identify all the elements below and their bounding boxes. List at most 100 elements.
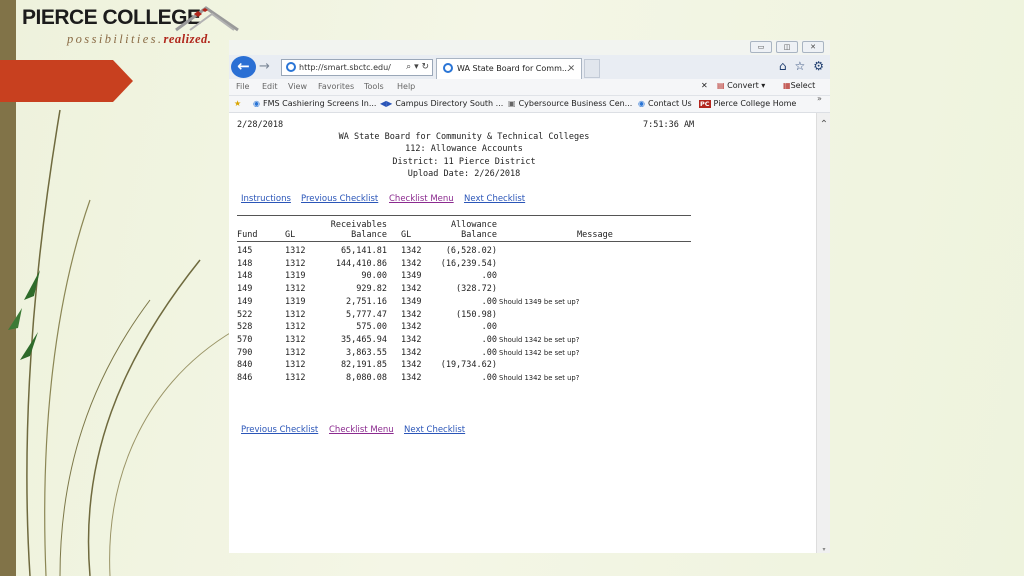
favorites-star-icon[interactable]: ☆ — [794, 59, 805, 73]
menu-edit[interactable]: Edit — [262, 82, 278, 91]
cell-gl-2: 1342 — [401, 309, 422, 320]
cell-receivables-balance: 3,863.55 — [346, 347, 387, 358]
scroll-up-arrow-icon[interactable]: ⌃ — [817, 119, 830, 130]
cell-gl-2: 1342 — [401, 258, 422, 269]
header-fund: Fund — [237, 230, 258, 240]
fav-label: FMS Cashiering Screens In... — [262, 99, 377, 108]
menu-help[interactable]: Help — [397, 82, 415, 91]
next-checklist-link-bottom[interactable]: Next Checklist — [404, 425, 465, 435]
select-label: Select — [790, 81, 816, 90]
cell-fund: 145 — [237, 246, 253, 256]
cell-message: Should 1342 be set up? — [499, 374, 580, 382]
back-button[interactable]: ← — [231, 56, 256, 78]
cell-gl: 1312 — [285, 284, 306, 295]
cell-gl-2: 1342 — [401, 360, 422, 371]
close-window-button[interactable]: ✕ — [802, 41, 824, 53]
cell-receivables-balance: 2,751.16 — [346, 296, 387, 307]
cell-gl: 1319 — [285, 296, 306, 307]
cell-gl: 1312 — [285, 373, 306, 383]
cell-allowance-balance: (150.98) — [456, 309, 497, 320]
fav-label: Pierce College Home — [713, 99, 797, 108]
header-gl: GL — [285, 230, 296, 240]
next-checklist-link[interactable]: Next Checklist — [464, 194, 525, 204]
cell-fund: 149 — [237, 296, 253, 307]
pc-icon: PC — [699, 100, 711, 108]
tab-ie-icon — [443, 63, 453, 73]
cell-fund: 840 — [237, 360, 253, 371]
cell-allowance-balance: .00 — [481, 322, 497, 333]
logo-mark-icon — [175, 6, 239, 32]
cell-message: Should 1342 be set up? — [499, 348, 580, 357]
minimize-button[interactable]: ▭ — [750, 41, 772, 53]
cell-receivables-balance: 144,410.86 — [335, 258, 387, 269]
table-top-rule — [237, 215, 691, 216]
convert-label: Convert — [727, 81, 759, 90]
cell-gl-2: 1342 — [401, 347, 422, 358]
cell-gl-2: 1342 — [401, 334, 422, 345]
report-district: District: 11 Pierce District — [392, 157, 536, 167]
cell-receivables-balance: 82,191.85 — [340, 360, 387, 371]
fav-cybersource[interactable]: ▣ Cybersource Business Cen... — [508, 99, 632, 108]
vertical-scrollbar[interactable]: ⌃ ▾ — [816, 113, 830, 553]
gear-icon[interactable]: ⚙ — [813, 59, 824, 73]
cell-gl-2: 1342 — [401, 246, 422, 256]
maximize-button[interactable]: ◫ — [776, 41, 798, 53]
url-text: http://smart.sbctc.edu/ — [299, 63, 391, 72]
report-date: 2/28/2018 — [237, 120, 284, 130]
logo-tagline: possibilities.realized. — [67, 32, 211, 47]
menu-view[interactable]: View — [288, 82, 307, 91]
cell-allowance-balance: .00 — [481, 296, 497, 307]
address-bar[interactable]: http://smart.sbctc.edu/ ⌕ ▾ ↻ — [281, 59, 433, 76]
cell-gl-2: 1342 — [401, 284, 422, 295]
pierce-college-logo: PIERCE COLLEGE possibilities.realized. — [22, 6, 242, 46]
cell-fund: 148 — [237, 271, 253, 282]
header-message: Message — [577, 230, 613, 240]
cell-receivables-balance: 5,777.47 — [346, 309, 387, 320]
window-controls: ▭ ◫ ✕ — [750, 41, 824, 53]
address-icons[interactable]: ⌕ ▾ ↻ — [406, 60, 429, 75]
menu-bar: File Edit View Favorites Tools Help ✕ ▤ … — [229, 79, 830, 96]
previous-checklist-link[interactable]: Previous Checklist — [301, 194, 378, 204]
slide-accent-arrow — [0, 60, 133, 102]
fav-campus-directory[interactable]: ◀▶ Campus Directory South ... — [380, 99, 503, 108]
fav-fms-cashiering[interactable]: ◉ FMS Cashiering Screens In... — [253, 99, 376, 108]
ie-fav-icon: ◉ — [253, 99, 260, 108]
cell-gl-2: 1349 — [401, 271, 422, 282]
home-icon[interactable]: ⌂ — [779, 59, 787, 73]
report-org: WA State Board for Community & Technical… — [338, 132, 590, 142]
cell-allowance-balance: .00 — [481, 334, 497, 345]
checklist-menu-link[interactable]: Checklist Menu — [389, 194, 454, 204]
header-allowance: Allowance — [450, 220, 497, 230]
browser-window: ▭ ◫ ✕ ← → http://smart.sbctc.edu/ ⌕ ▾ ↻ … — [229, 40, 830, 553]
cell-allowance-balance: (16,239.54) — [440, 258, 497, 269]
cell-message: Should 1342 be set up? — [499, 335, 580, 344]
menu-file[interactable]: File — [236, 82, 249, 91]
instructions-link[interactable]: Instructions — [241, 194, 291, 204]
fav-pierce-college-home[interactable]: PC Pierce College Home — [699, 99, 796, 108]
report-upload-date: Upload Date: 2/26/2018 — [407, 169, 521, 179]
favorites-overflow-icon[interactable]: » — [817, 94, 822, 103]
checklist-menu-link-bottom[interactable]: Checklist Menu — [329, 425, 394, 435]
forward-button[interactable]: → — [259, 59, 270, 74]
favorites-star-icon-bar[interactable]: ★ — [234, 99, 244, 108]
cell-gl-2: 1349 — [401, 296, 422, 307]
directory-icon: ◀▶ — [380, 99, 393, 108]
table-header-rule — [237, 241, 691, 242]
ie-fav-icon: ◉ — [638, 99, 645, 108]
menu-favorites[interactable]: Favorites — [318, 82, 354, 91]
convert-icon: ▤ — [717, 81, 725, 90]
cell-allowance-balance: .00 — [481, 373, 497, 383]
favorites-bar: ★ ◉ FMS Cashiering Screens In... ◀▶ Campus… — [229, 94, 830, 113]
scroll-down-arrow-icon[interactable]: ▾ — [817, 546, 830, 553]
report-time: 7:51:36 AM — [643, 120, 695, 130]
cell-fund: 846 — [237, 373, 253, 383]
select-button[interactable]: ▦Select — [783, 81, 815, 90]
toolbar-close-icon[interactable]: ✕ — [701, 81, 708, 90]
menu-tools[interactable]: Tools — [364, 82, 384, 91]
browser-tab[interactable]: WA State Board for Comm... ✕ — [436, 58, 582, 79]
previous-checklist-link-bottom[interactable]: Previous Checklist — [241, 425, 318, 435]
new-tab-button[interactable] — [584, 59, 600, 78]
convert-button[interactable]: ▤ Convert ▾ — [717, 81, 765, 90]
fav-contact-us[interactable]: ◉ Contact Us — [638, 99, 692, 108]
tab-close-icon[interactable]: ✕ — [567, 59, 575, 79]
